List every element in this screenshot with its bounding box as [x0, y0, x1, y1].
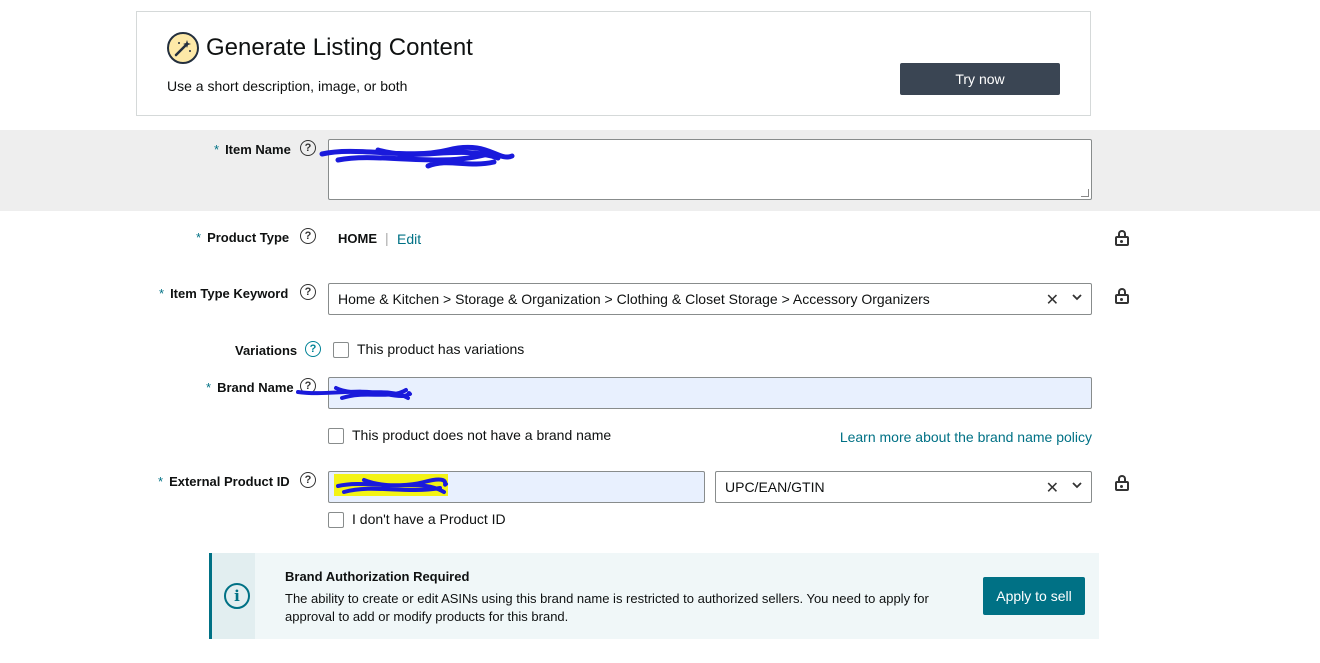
generate-subtitle: Use a short description, image, or both	[167, 78, 408, 94]
product-id-type-value: UPC/EAN/GTIN	[725, 479, 825, 495]
redaction-scribble	[319, 144, 515, 169]
chevron-down-icon[interactable]	[1071, 291, 1083, 303]
redaction-scribble	[336, 477, 448, 494]
variations-checkbox[interactable]	[333, 342, 349, 358]
no-brand-checkbox[interactable]	[328, 428, 344, 444]
help-icon[interactable]: ?	[300, 472, 316, 488]
item-type-keyword-select[interactable]: Home & Kitchen > Storage & Organization …	[328, 283, 1092, 315]
item-type-keyword-value: Home & Kitchen > Storage & Organization …	[338, 291, 930, 307]
edit-product-type-link[interactable]: Edit	[397, 231, 421, 247]
clear-icon[interactable]: ✕	[1046, 290, 1059, 310]
variations-checkbox-label: This product has variations	[357, 341, 525, 357]
redaction-scribble	[296, 386, 412, 400]
external-product-id-label: * External Product ID	[158, 474, 290, 489]
item-name-label: * Item Name	[214, 142, 291, 157]
clear-icon[interactable]: ✕	[1046, 478, 1059, 498]
no-product-id-checkbox-label: I don't have a Product ID	[352, 511, 506, 527]
help-icon[interactable]: ?	[300, 140, 316, 156]
item-type-keyword-label: * Item Type Keyword	[159, 286, 289, 301]
try-now-button[interactable]: Try now	[900, 63, 1060, 95]
apply-to-sell-button[interactable]: Apply to sell	[983, 577, 1085, 615]
brand-authorization-alert: i Brand Authorization Required The abili…	[209, 553, 1099, 639]
lock-icon	[1115, 230, 1129, 246]
help-icon[interactable]: ?	[300, 284, 316, 300]
brand-name-input[interactable]	[328, 377, 1092, 409]
lock-icon	[1115, 475, 1129, 491]
separator: |	[385, 230, 389, 246]
no-product-id-checkbox[interactable]	[328, 512, 344, 528]
alert-title: Brand Authorization Required	[285, 569, 470, 584]
lock-icon	[1115, 288, 1129, 304]
help-icon[interactable]: ?	[305, 341, 321, 357]
product-id-type-select[interactable]: UPC/EAN/GTIN ✕	[715, 471, 1092, 503]
brand-name-label: * Brand Name	[206, 380, 294, 395]
magic-wand-icon	[167, 32, 199, 64]
brand-policy-link[interactable]: Learn more about the brand name policy	[840, 429, 1092, 445]
variations-label: Variations	[235, 343, 298, 358]
product-type-value: HOME	[338, 231, 377, 246]
generate-listing-card: Generate Listing Content Use a short des…	[136, 11, 1091, 116]
product-type-label: * Product Type	[196, 230, 290, 245]
chevron-down-icon[interactable]	[1071, 479, 1083, 491]
generate-title: Generate Listing Content	[206, 34, 473, 61]
info-icon: i	[224, 583, 250, 609]
no-brand-checkbox-label: This product does not have a brand name	[352, 427, 612, 443]
alert-icon-panel: i	[212, 553, 255, 639]
resize-grip-icon[interactable]	[1081, 189, 1089, 197]
alert-body: The ability to create or edit ASINs usin…	[285, 591, 929, 624]
help-icon[interactable]: ?	[300, 228, 316, 244]
